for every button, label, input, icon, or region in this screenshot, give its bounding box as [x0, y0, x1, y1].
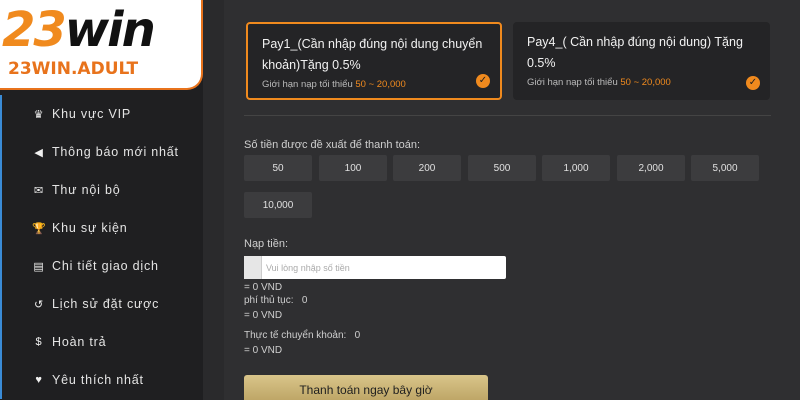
sidebar: 23win 23WIN.ADULT ♛ Khu vực VIP ◀ Thông bá… — [0, 0, 203, 400]
actual-vnd: = 0 VND — [244, 345, 283, 356]
payment-limit: Giới hạn nạp tối thiểu 50 ~ 20,000 — [527, 77, 671, 88]
deposit-amount-field[interactable] — [244, 256, 506, 279]
sidebar-item-announcements[interactable]: ◀ Thông báo mới nhất — [0, 133, 203, 171]
crown-icon: ♛ — [33, 108, 45, 121]
sidebar-menu: ♛ Khu vực VIP ◀ Thông báo mới nhất ✉ Thư nộ… — [0, 95, 203, 399]
history-icon: ↺ — [33, 298, 45, 311]
input-prefix — [244, 256, 262, 279]
sidebar-item-label: Lịch sử đặt cược — [52, 297, 160, 311]
amount-button[interactable]: 50 — [244, 155, 312, 181]
sidebar-item-label: Thư nội bộ — [52, 183, 121, 197]
payment-title: Pay1_(Cần nhập đúng nội dung chuyển khoả… — [262, 37, 483, 72]
sidebar-item-favorites[interactable]: ♥ Yêu thích nhất — [0, 361, 203, 399]
amount-button[interactable]: 10,000 — [244, 192, 312, 218]
deposit-label: Nạp tiền: — [244, 238, 289, 250]
check-icon: ✓ — [746, 76, 760, 90]
megaphone-icon: ◀ — [34, 146, 44, 159]
sidebar-item-label: Thông báo mới nhất — [52, 145, 179, 159]
sidebar-item-vip[interactable]: ♛ Khu vực VIP — [0, 95, 203, 133]
fee-value: 0 — [301, 295, 308, 306]
amount-button[interactable]: 100 — [319, 155, 387, 181]
sidebar-item-events[interactable]: 🏆 Khu sự kiện — [0, 209, 203, 247]
amount-button[interactable]: 5,000 — [691, 155, 759, 181]
check-icon: ✓ — [476, 74, 490, 88]
actual-label: Thực tế chuyển khoản: — [244, 330, 347, 341]
deposit-amount-input[interactable] — [266, 256, 502, 279]
suggested-amount-label: Số tiền được đề xuất để thanh toán: — [244, 139, 421, 151]
payment-limit: Giới hạn nạp tối thiểu 50 ~ 20,000 — [262, 79, 406, 90]
amount-button[interactable]: 1,000 — [542, 155, 610, 181]
heart-icon: ♥ — [35, 374, 43, 386]
payment-option-pay4[interactable]: Pay4_( Cần nhập đúng nội dung) Tặng 0.5%… — [513, 22, 770, 100]
logo-text: 23win — [2, 2, 156, 58]
sidebar-item-label: Khu vực VIP — [52, 107, 132, 121]
logo-domain: 23WIN.ADULT — [8, 59, 139, 79]
sidebar-item-inbox[interactable]: ✉ Thư nội bộ — [0, 171, 203, 209]
sidebar-item-label: Chi tiết giao dịch — [52, 259, 159, 273]
fee-row: phí thủ tục: 0 — [244, 295, 307, 306]
sidebar-item-label: Yêu thích nhất — [52, 373, 144, 387]
envelope-icon: ✉ — [33, 184, 45, 197]
sidebar-item-label: Hoàn trả — [52, 335, 107, 349]
logo[interactable]: 23win 23WIN.ADULT — [0, 0, 203, 90]
fee-label: phí thủ tục: — [244, 295, 294, 306]
actual-row: Thực tế chuyển khoản: 0 — [244, 330, 360, 341]
dollar-icon: $ — [35, 336, 43, 348]
sidebar-item-rebate[interactable]: $ Hoàn trả — [0, 323, 203, 361]
trophy-icon: 🏆 — [32, 222, 47, 235]
sidebar-item-transactions[interactable]: ▤ Chi tiết giao dịch — [0, 247, 203, 285]
sidebar-item-bet-history[interactable]: ↺ Lịch sử đặt cược — [0, 285, 203, 323]
payment-title: Pay4_( Cần nhập đúng nội dung) Tặng 0.5% — [527, 35, 743, 70]
payment-option-pay1[interactable]: Pay1_(Cần nhập đúng nội dung chuyển khoả… — [246, 22, 502, 100]
deposit-vnd: = 0 VND — [244, 282, 283, 293]
pay-now-button[interactable]: Thanh toán ngay bây giờ — [244, 375, 488, 400]
actual-value: 0 — [354, 330, 361, 341]
sidebar-item-label: Khu sự kiện — [52, 221, 128, 235]
clipboard-icon: ▤ — [33, 260, 45, 273]
fee-vnd: = 0 VND — [244, 310, 283, 321]
amount-button[interactable]: 200 — [393, 155, 461, 181]
amount-button[interactable]: 2,000 — [617, 155, 685, 181]
amount-button[interactable]: 500 — [468, 155, 536, 181]
divider — [244, 115, 771, 116]
